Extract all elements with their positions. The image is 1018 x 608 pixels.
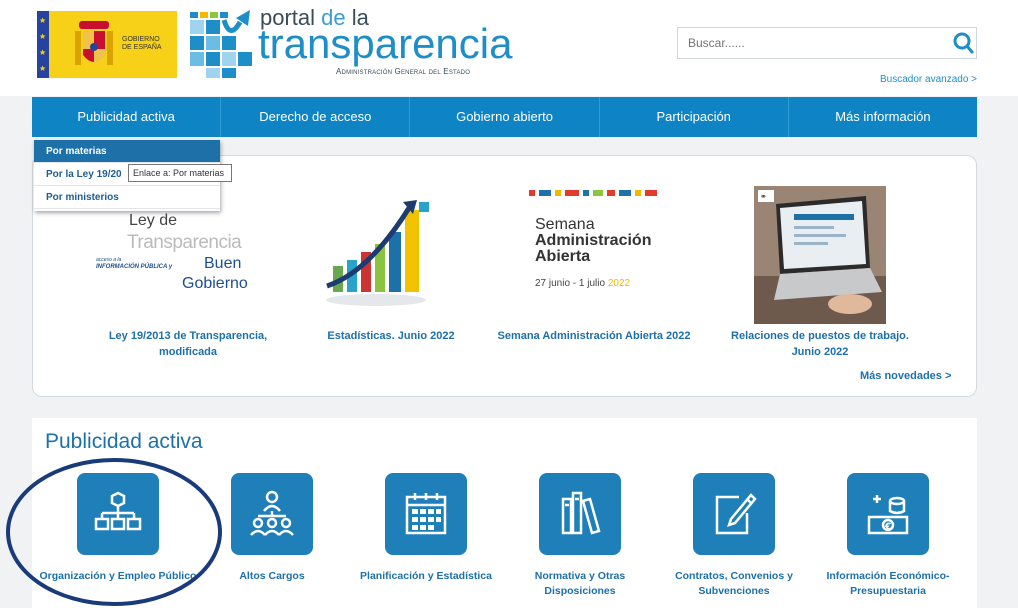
statistics-chart-image[interactable] (319, 186, 433, 324)
nav-derecho-acceso[interactable]: Derecho de acceso (221, 97, 411, 137)
tile-label-altos-cargos[interactable]: Altos Cargos (192, 569, 352, 584)
search-icon[interactable] (952, 32, 974, 54)
novedad-caption-relaciones[interactable]: Relaciones de puestos de trabajo. Junio … (715, 328, 925, 360)
tile-contratos[interactable] (693, 473, 775, 555)
tile-label-informacion-economica[interactable]: Información Económico-Presupuestaria (808, 569, 968, 599)
semana-administracion-image[interactable]: Semana Administración Abierta 27 junio -… (529, 186, 659, 324)
nav-publicidad-activa[interactable]: Publicidad activa (32, 97, 222, 137)
gobierno-logo[interactable]: ★ ★ ★ ★ GOBIERNO DE ESPAÑA (37, 11, 177, 78)
novedad-caption-ley[interactable]: Ley 19/2013 de Transparencia, modificada (83, 328, 293, 360)
search-box (677, 27, 977, 59)
tile-altos-cargos[interactable] (231, 473, 313, 555)
nav-participacion[interactable]: Participación (600, 97, 789, 137)
advanced-search-link[interactable]: Buscador avanzado > (880, 74, 977, 85)
novedad-caption-semana[interactable]: Semana Administración Abierta 2022 (489, 328, 699, 344)
tile-label-contratos[interactable]: Contratos, Convenios y Subvenciones (654, 569, 814, 599)
portal-subtitle: Administración General del Estado (336, 67, 471, 76)
svg-text:€: € (884, 522, 891, 532)
color-stripe-icon (529, 190, 657, 196)
search-input[interactable] (678, 28, 938, 58)
people-hierarchy-icon (250, 490, 294, 536)
tile-label-planificacion[interactable]: Planificación y Estadística (346, 569, 506, 584)
tile-label-normativa[interactable]: Normativa y Otras Disposiciones (500, 569, 660, 599)
portal-title[interactable]: transparencia (258, 20, 512, 68)
document-pen-icon (715, 493, 757, 535)
mas-novedades-link[interactable]: Más novedades > (860, 370, 951, 382)
money-icon: € (867, 495, 909, 535)
svg-text:⚭: ⚭ (760, 192, 767, 201)
calendar-icon (405, 493, 447, 535)
eu-flag-icon: ★ ★ ★ ★ (37, 11, 49, 78)
tile-informacion-economica[interactable]: € (847, 473, 929, 555)
link-tooltip: Enlace a: Por materias (128, 164, 232, 182)
menu-item-por-ministerios[interactable]: Por ministerios (34, 186, 220, 209)
highlight-circle (6, 458, 222, 606)
tile-planificacion[interactable] (385, 473, 467, 555)
nav-mas-informacion[interactable]: Más información (789, 97, 977, 137)
laptop-photo-image[interactable]: ⚭ (754, 186, 886, 324)
portal-logo-icon[interactable] (190, 10, 258, 80)
gobierno-text: GOBIERNO DE ESPAÑA (122, 36, 162, 51)
publicidad-activa-title: Publicidad activa (45, 430, 203, 453)
coat-of-arms-icon (75, 21, 113, 65)
tile-normativa[interactable] (539, 473, 621, 555)
nav-gobierno-abierto[interactable]: Gobierno abierto (410, 97, 600, 137)
main-nav: Publicidad activa Derecho de acceso Gobi… (32, 97, 977, 137)
semana-dates: 27 junio - 1 julio 2022 (535, 278, 631, 289)
books-icon (561, 491, 601, 535)
novedad-caption-estadisticas[interactable]: Estadísticas. Junio 2022 (286, 328, 496, 344)
menu-item-por-materias[interactable]: Por materias (34, 140, 220, 163)
